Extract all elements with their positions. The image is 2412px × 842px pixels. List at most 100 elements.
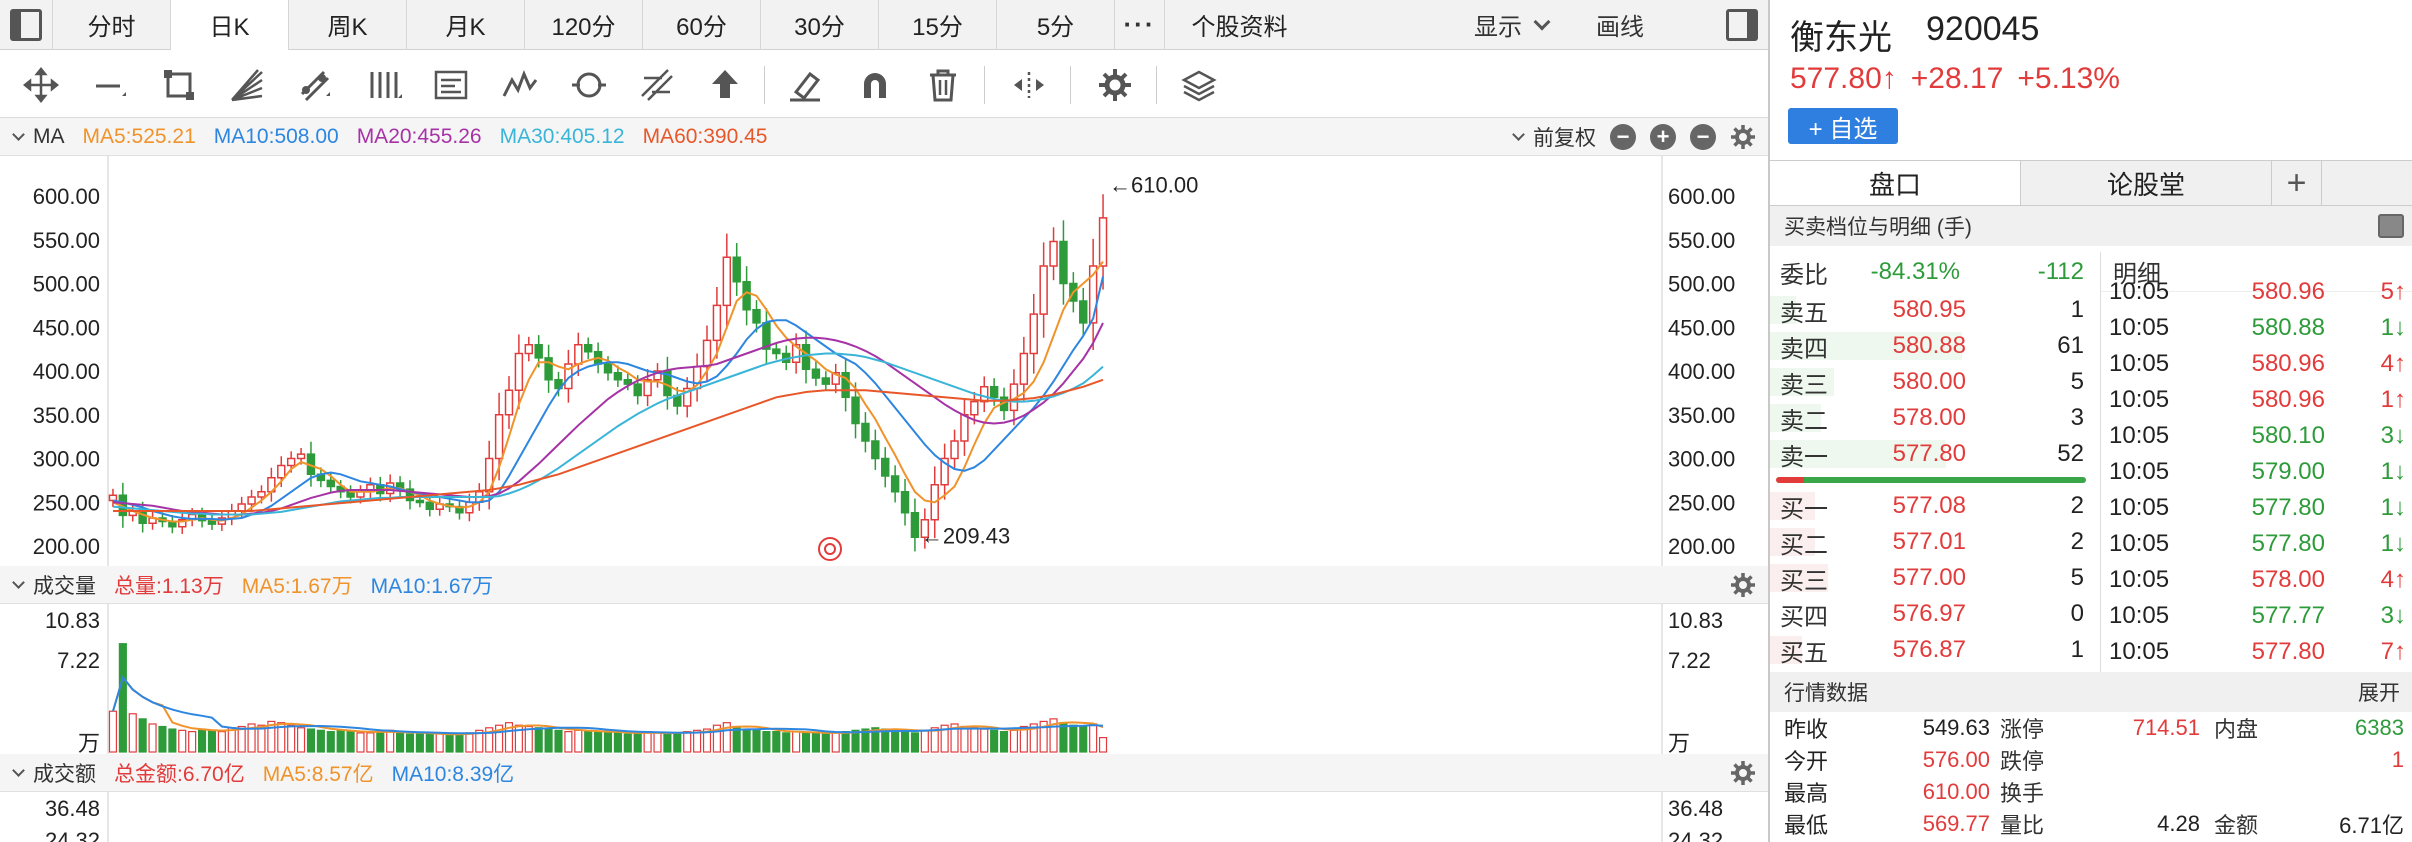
- trade-volume: 1↓: [2380, 314, 2406, 341]
- eraser-icon[interactable]: [782, 62, 828, 108]
- order-book: 委比 -84.31% -112 卖五 580.95 1 卖四 580.88 61 卖三 580…: [1770, 252, 2092, 668]
- stock-info-tab[interactable]: 个股资料: [1164, 0, 1314, 50]
- volume-bar: [1069, 724, 1078, 753]
- amount-toggle[interactable]: 成交额: [8, 758, 96, 788]
- trash-icon[interactable]: [920, 62, 966, 108]
- zoom-out-icon[interactable]: −: [1610, 123, 1636, 150]
- tab-period-2[interactable]: 周K: [288, 0, 406, 50]
- ma-toggle[interactable]: MA: [8, 125, 65, 149]
- legend-item: 总金额:6.70亿: [114, 762, 245, 786]
- add-favorite-button[interactable]: + 自选: [1788, 108, 1898, 144]
- expand-link[interactable]: 展开: [2358, 677, 2400, 707]
- tab-lungutang[interactable]: 论股堂: [2020, 161, 2272, 205]
- cycle-icon[interactable]: [566, 62, 612, 108]
- sell-level-row[interactable]: 卖五 580.95 1: [1770, 292, 2092, 328]
- more-button[interactable]: ···: [1114, 0, 1164, 50]
- toggle-right-panel-icon[interactable]: [1726, 8, 1758, 41]
- tab-period-6[interactable]: 30分: [760, 0, 878, 50]
- minimize-icon[interactable]: −: [1690, 123, 1716, 150]
- volume-bar: [673, 732, 682, 753]
- volume-bar: [396, 732, 405, 753]
- draw-line-button[interactable]: 画线: [1596, 7, 1644, 42]
- sell-level-row[interactable]: 卖一 577.80 52: [1770, 436, 2092, 472]
- volume-label: 成交量: [33, 574, 96, 598]
- calculator-icon[interactable]: [2378, 214, 2404, 238]
- buy-level-row[interactable]: 买四 576.97 0: [1770, 596, 2092, 632]
- settings-icon[interactable]: [1092, 62, 1138, 108]
- candle: [821, 371, 831, 391]
- trade-time: 10:05: [2109, 494, 2170, 521]
- chevron-down-icon: [12, 763, 25, 777]
- gear-icon[interactable]: [1730, 124, 1756, 150]
- quote-key: 昨收: [1784, 717, 1829, 742]
- sell-level-row[interactable]: 卖四 580.88 61: [1770, 328, 2092, 364]
- gear-icon[interactable]: [1730, 760, 1756, 786]
- right-tabs: 盘口 论股堂 +: [1770, 160, 2412, 206]
- magnet-icon[interactable]: [852, 62, 898, 108]
- tab-pankou[interactable]: 盘口: [1770, 161, 2020, 205]
- layers-icon[interactable]: [1176, 62, 1222, 108]
- crop-icon[interactable]: [156, 62, 202, 108]
- volume-bar: [386, 729, 395, 753]
- tab-period-4[interactable]: 120分: [524, 0, 642, 50]
- candlestick-chart[interactable]: 600.00 600.00 550.00 550.00 500.00 500.00 450.…: [0, 156, 1768, 566]
- ma5-line: [112, 260, 1104, 523]
- tab-period-7[interactable]: 15分: [878, 0, 996, 50]
- quote-key: 内盘: [2214, 717, 2259, 742]
- gear-icon[interactable]: [1730, 572, 1756, 598]
- volume-bar: [346, 731, 355, 753]
- tab-period-5[interactable]: 60分: [642, 0, 760, 50]
- level-volume: 52: [2057, 440, 2084, 467]
- level-price: 577.80: [1892, 440, 1966, 467]
- expand-icon[interactable]: [1006, 62, 1052, 108]
- buy-ratio: [1776, 477, 1804, 483]
- fibonacci-icon[interactable]: [634, 62, 680, 108]
- text-label-icon[interactable]: [428, 62, 474, 108]
- order-book-header: 买卖档位与明细 (手): [1770, 206, 2412, 246]
- last-price: 577.80↑: [1790, 62, 1897, 95]
- buy-level-row[interactable]: 买一 577.08 2: [1770, 488, 2092, 524]
- zoom-in-icon[interactable]: +: [1650, 123, 1676, 150]
- line-icon[interactable]: [88, 62, 134, 108]
- trade-time: 10:05: [2109, 638, 2170, 665]
- volume-bar: [990, 729, 999, 753]
- buy-level-row[interactable]: 买五 576.87 1: [1770, 632, 2092, 668]
- level-price: 578.00: [1892, 404, 1966, 431]
- trade-time: 10:05: [2109, 350, 2170, 377]
- volume-bar: [801, 732, 811, 753]
- tab-period-3[interactable]: 月K: [406, 0, 524, 50]
- volume-bar: [633, 732, 642, 753]
- tab-period-1[interactable]: 日K: [170, 0, 288, 50]
- quote-data-title: 行情数据: [1784, 682, 1868, 705]
- add-tab-button[interactable]: +: [2272, 161, 2322, 205]
- fan-icon[interactable]: [224, 62, 270, 108]
- event-marker-icon[interactable]: [818, 537, 842, 561]
- period-tabbar: 分时 日K 周K 月K 120分 60分 30分 15分 5分 ··· 个股资料 显示 画线: [0, 0, 1768, 50]
- tab-period-8[interactable]: 5分: [996, 0, 1114, 50]
- crosshair-icon[interactable]: [18, 62, 64, 108]
- price-plot[interactable]: 600.00 600.00 550.00 550.00 500.00 500.00 450.…: [0, 156, 1768, 566]
- volume-toggle[interactable]: 成交量: [8, 570, 96, 600]
- tab-period-0[interactable]: 分时: [52, 0, 170, 50]
- wave-icon[interactable]: [498, 62, 544, 108]
- candle: [732, 243, 741, 296]
- volume-bar: [178, 729, 187, 753]
- trade-detail[interactable]: 明细 10:05 580.96 5↑ 10:05 580.88 1↓ 10:05 580.96…: [2100, 252, 2412, 672]
- adjust-dropdown[interactable]: 前复权: [1508, 122, 1596, 152]
- sell-level-row[interactable]: 卖二 578.00 3: [1770, 400, 2092, 436]
- vertical-lines-icon[interactable]: [362, 62, 408, 108]
- quote-value: 6383: [2355, 715, 2404, 740]
- channel-icon[interactable]: [292, 62, 338, 108]
- arrow-up-icon[interactable]: [702, 62, 748, 108]
- display-dropdown[interactable]: 显示: [1474, 7, 1562, 42]
- volume-plot[interactable]: 10.83 10.83 7.22 7.22 万 万: [0, 604, 1768, 754]
- amount-items: 总金额:6.70亿 MA5:8.57亿 MA10:8.39亿: [96, 758, 514, 788]
- amount-chart[interactable]: 36.48 36.48 24.32 24.32: [0, 792, 1768, 842]
- toggle-left-panel-icon[interactable]: [10, 8, 42, 41]
- weibi-value: -112: [2037, 258, 2084, 285]
- buy-level-row[interactable]: 买二 577.01 2: [1770, 524, 2092, 560]
- volume-chart[interactable]: 10.83 10.83 7.22 7.22 万 万: [0, 604, 1768, 754]
- buy-level-row[interactable]: 买三 577.00 5: [1770, 560, 2092, 596]
- sell-level-row[interactable]: 卖三 580.00 5: [1770, 364, 2092, 400]
- amount-plot[interactable]: 36.48 36.48 24.32 24.32: [0, 792, 1768, 842]
